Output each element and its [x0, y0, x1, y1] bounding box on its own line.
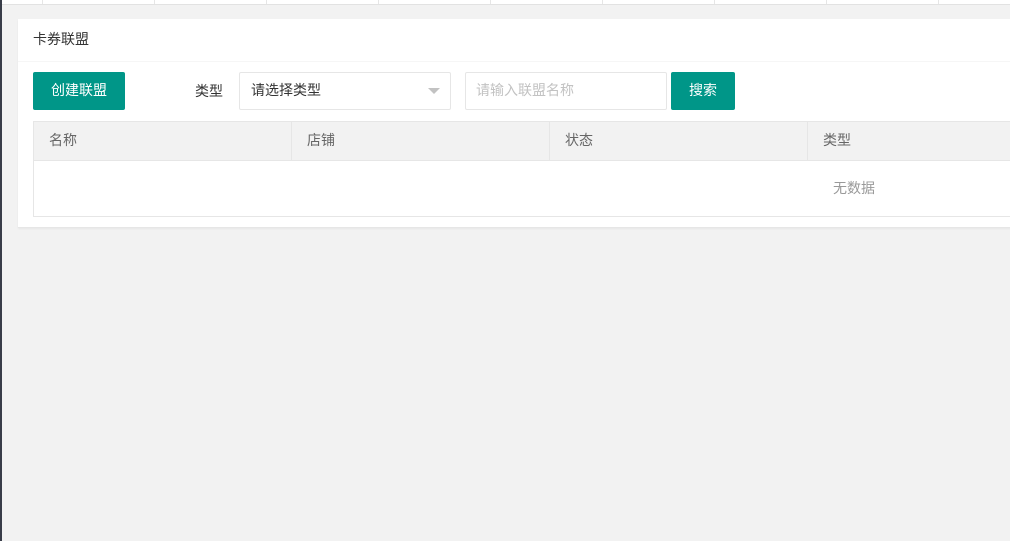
create-alliance-button[interactable]: 创建联盟 — [33, 72, 125, 110]
table-empty-state: 无数据 — [34, 161, 1010, 216]
card-header: 卡券联盟 — [18, 19, 1010, 62]
tab-divider — [266, 0, 267, 4]
tab-divider — [938, 0, 939, 4]
left-edge — [0, 0, 2, 541]
content-card: 卡券联盟 创建联盟 类型 请选择类型 搜索 名称 店铺 状态 类型 无数据 — [18, 19, 1010, 228]
tab-divider — [378, 0, 379, 4]
tab-divider — [826, 0, 827, 4]
alliance-table: 名称 店铺 状态 类型 无数据 — [33, 121, 1010, 217]
column-header-name[interactable]: 名称 — [34, 122, 292, 160]
tab-divider — [42, 0, 43, 4]
column-header-status[interactable]: 状态 — [550, 122, 808, 160]
empty-message: 无数据 — [833, 181, 875, 197]
table-header: 名称 店铺 状态 类型 — [34, 122, 1010, 161]
search-button[interactable]: 搜索 — [671, 72, 735, 110]
type-select[interactable]: 请选择类型 — [239, 72, 451, 110]
type-filter-label: 类型 — [195, 84, 223, 100]
page-title: 卡券联盟 — [33, 32, 89, 48]
top-tab-strip — [2, 0, 1010, 5]
alliance-name-input[interactable] — [465, 72, 667, 110]
tab-divider — [154, 0, 155, 4]
tab-divider — [602, 0, 603, 4]
caret-down-icon — [428, 88, 440, 94]
type-select-value: 请选择类型 — [251, 83, 321, 99]
tab-divider — [490, 0, 491, 4]
column-header-shop[interactable]: 店铺 — [292, 122, 550, 160]
column-header-type[interactable]: 类型 — [808, 122, 1010, 160]
tab-divider — [714, 0, 715, 4]
